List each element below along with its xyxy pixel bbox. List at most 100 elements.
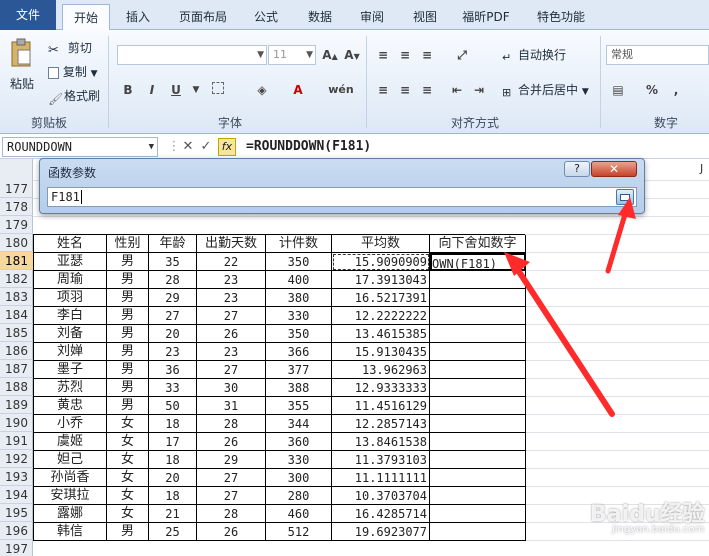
table-cell[interactable]: 11.3793103	[332, 451, 430, 469]
table-cell[interactable]: 27	[197, 361, 266, 379]
table-cell[interactable]: 男	[107, 523, 149, 541]
underline-button[interactable]: U	[166, 80, 186, 100]
row-header-192[interactable]: 192	[0, 450, 33, 468]
result-cell[interactable]	[430, 307, 526, 325]
table-cell[interactable]: 女	[107, 487, 149, 505]
table-cell[interactable]: 26	[197, 523, 266, 541]
grow-font-icon[interactable]: A▲	[320, 45, 340, 65]
table-cell[interactable]: 25	[149, 523, 197, 541]
result-cell[interactable]	[430, 523, 526, 541]
number-format-combo[interactable]: 常规	[606, 45, 709, 65]
orientation-icon[interactable]: ⤢	[452, 45, 472, 65]
table-cell[interactable]: 男	[107, 397, 149, 415]
table-cell[interactable]: 26	[197, 433, 266, 451]
table-cell[interactable]: 355	[266, 397, 332, 415]
tab-file[interactable]: 文件	[0, 0, 56, 30]
row-header-178[interactable]: 178	[0, 198, 33, 216]
table-cell[interactable]: 330	[266, 307, 332, 325]
percent-button[interactable]: %	[642, 80, 662, 100]
table-cell[interactable]: 30	[197, 379, 266, 397]
tab-formulas[interactable]: 公式	[244, 4, 288, 30]
table-cell[interactable]: 小乔	[34, 415, 107, 433]
row-header-197[interactable]: 197	[0, 540, 33, 556]
column-header-j[interactable]: J	[700, 162, 703, 175]
row-header-191[interactable]: 191	[0, 432, 33, 450]
table-cell[interactable]: 280	[266, 487, 332, 505]
result-cell[interactable]	[430, 469, 526, 487]
result-cell[interactable]	[430, 379, 526, 397]
table-cell[interactable]: 31	[197, 397, 266, 415]
format-painter-button[interactable]: 🖌格式刷	[48, 86, 100, 106]
table-cell[interactable]: 11.4516129	[332, 397, 430, 415]
table-cell[interactable]: 男	[107, 271, 149, 289]
row-header-194[interactable]: 194	[0, 486, 33, 504]
table-cell[interactable]: 18	[149, 415, 197, 433]
column-header-cell[interactable]: 计件数	[266, 235, 332, 253]
result-cell[interactable]: OWN(F181)	[430, 253, 526, 271]
table-cell[interactable]: 12.2857143	[332, 415, 430, 433]
row-header-188[interactable]: 188	[0, 378, 33, 396]
table-cell[interactable]: 350	[266, 253, 332, 271]
row-header-187[interactable]: 187	[0, 360, 33, 378]
help-button[interactable]: ?	[564, 161, 590, 177]
column-header-cell[interactable]: 向下舍如数字	[430, 235, 526, 253]
table-cell[interactable]: 韩信	[34, 523, 107, 541]
column-header-cell[interactable]: 平均数	[332, 235, 430, 253]
align-left-icon[interactable]: ≡	[373, 80, 393, 100]
result-cell[interactable]	[430, 487, 526, 505]
table-cell[interactable]: 16.5217391	[332, 289, 430, 307]
table-cell[interactable]: 29	[197, 451, 266, 469]
table-cell[interactable]: 23	[149, 343, 197, 361]
result-cell[interactable]	[430, 433, 526, 451]
formula-input[interactable]: =ROUNDDOWN(F181)	[246, 138, 371, 156]
align-bottom-icon[interactable]: ≡	[417, 45, 437, 65]
table-cell[interactable]: 女	[107, 505, 149, 523]
comma-button[interactable]: ,	[666, 80, 686, 100]
table-cell[interactable]: 27	[197, 469, 266, 487]
result-cell[interactable]	[430, 505, 526, 523]
borders-icon[interactable]	[208, 80, 228, 100]
table-cell[interactable]: 366	[266, 343, 332, 361]
align-center-icon[interactable]: ≡	[395, 80, 415, 100]
increase-indent-icon[interactable]: ⇥	[469, 80, 489, 100]
row-header-179[interactable]: 179	[0, 216, 33, 234]
table-cell[interactable]: 男	[107, 343, 149, 361]
table-cell[interactable]: 男	[107, 307, 149, 325]
table-cell[interactable]: 50	[149, 397, 197, 415]
column-header-cell[interactable]: 性别	[107, 235, 149, 253]
result-cell[interactable]	[430, 343, 526, 361]
table-cell[interactable]: 20	[149, 469, 197, 487]
table-cell[interactable]: 苏烈	[34, 379, 107, 397]
table-cell[interactable]: 16.4285714	[332, 505, 430, 523]
row-header-185[interactable]: 185	[0, 324, 33, 342]
table-cell[interactable]: 项羽	[34, 289, 107, 307]
result-cell[interactable]	[430, 451, 526, 469]
table-cell[interactable]: 墨子	[34, 361, 107, 379]
table-cell[interactable]: 安琪拉	[34, 487, 107, 505]
align-right-icon[interactable]: ≡	[417, 80, 437, 100]
font-color-button[interactable]: A	[288, 80, 308, 100]
table-cell[interactable]: 36	[149, 361, 197, 379]
row-header-181[interactable]: 181	[0, 252, 33, 270]
table-cell[interactable]: 35	[149, 253, 197, 271]
result-cell[interactable]	[430, 325, 526, 343]
table-cell[interactable]: 12.2222222	[332, 307, 430, 325]
copy-button[interactable]: 复制 ▼	[48, 62, 98, 82]
expand-dialog-button[interactable]	[616, 189, 634, 205]
phonetic-icon[interactable]: wén	[326, 80, 356, 100]
table-cell[interactable]: 18	[149, 451, 197, 469]
tab-home[interactable]: 开始	[62, 4, 110, 31]
table-cell[interactable]: 300	[266, 469, 332, 487]
close-button[interactable]: ✕	[591, 161, 637, 177]
result-cell[interactable]	[430, 271, 526, 289]
table-cell[interactable]: 22	[197, 253, 266, 271]
paste-button[interactable]	[8, 38, 38, 78]
table-cell[interactable]: 女	[107, 415, 149, 433]
table-cell[interactable]: 虞姬	[34, 433, 107, 451]
table-cell[interactable]: 10.3703704	[332, 487, 430, 505]
table-cell[interactable]: 344	[266, 415, 332, 433]
row-header-180[interactable]: 180	[0, 234, 33, 252]
table-cell[interactable]: 刘备	[34, 325, 107, 343]
table-cell[interactable]: 28	[197, 505, 266, 523]
table-cell[interactable]: 13.8461538	[332, 433, 430, 451]
